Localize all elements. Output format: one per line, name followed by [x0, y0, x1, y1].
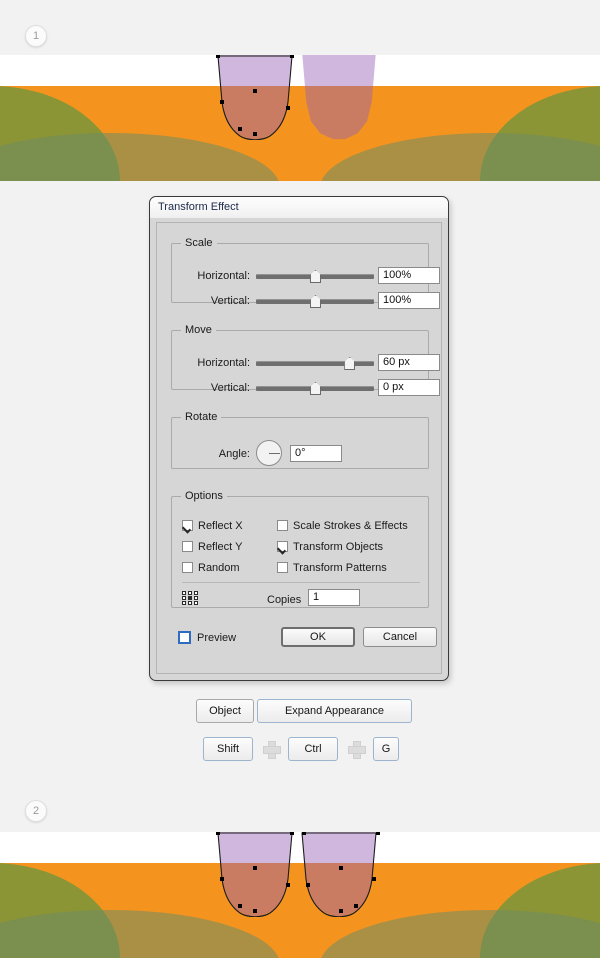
path-anchor[interactable] — [238, 904, 242, 908]
scale-horizontal-slider[interactable] — [256, 267, 374, 285]
vase-original[interactable] — [216, 55, 294, 140]
move-vertical-label: Vertical: — [210, 382, 250, 394]
key-ctrl[interactable]: Ctrl — [288, 737, 338, 761]
copies-label: Copies — [267, 594, 302, 606]
ok-button[interactable]: OK — [281, 627, 355, 647]
scale-group: Scale Horizontal: 100% Vertical: 100% — [171, 237, 440, 309]
menu-item-object[interactable]: Object — [196, 699, 254, 723]
cancel-button[interactable]: Cancel — [363, 627, 437, 647]
rotate-legend: Rotate — [185, 411, 218, 423]
scale-horizontal-input[interactable]: 100% — [378, 267, 440, 284]
copies-input[interactable]: 1 — [308, 589, 360, 606]
scale-vertical-input[interactable]: 100% — [378, 292, 440, 309]
vase-shape — [218, 55, 292, 140]
path-anchor[interactable] — [372, 877, 376, 881]
checkbox-preview[interactable] — [178, 631, 191, 644]
move-group: Move Horizontal: 60 px Vertical: 0 px — [171, 324, 440, 396]
path-anchor[interactable] — [216, 832, 220, 835]
path-anchor-center[interactable] — [339, 866, 343, 870]
plus-icon — [348, 741, 366, 759]
move-horizontal-label: Horizontal: — [197, 357, 250, 369]
options-legend: Options — [185, 490, 223, 502]
slider-thumb[interactable] — [310, 295, 321, 308]
dialog-body: Scale Horizontal: 100% Vertical: 100% Mo… — [156, 222, 442, 674]
checkbox-transform-patterns[interactable] — [277, 562, 288, 573]
label-preview: Preview — [197, 632, 237, 644]
slider-thumb[interactable] — [310, 270, 321, 283]
dialog-title: Transform Effect — [150, 197, 448, 218]
rotate-group: Rotate Angle: 0° — [171, 411, 429, 469]
path-anchor[interactable] — [354, 904, 358, 908]
path-anchor[interactable] — [290, 832, 294, 835]
path-anchor[interactable] — [339, 909, 343, 913]
path-anchor[interactable] — [216, 55, 220, 58]
vase-shape — [218, 832, 292, 917]
path-anchor[interactable] — [306, 883, 310, 887]
move-legend: Move — [185, 324, 212, 336]
move-horizontal-input[interactable]: 60 px — [378, 354, 440, 371]
move-horizontal-slider[interactable] — [256, 354, 374, 372]
step-badge-1: 1 — [25, 25, 47, 47]
vase-effect-copy[interactable] — [300, 55, 378, 140]
label-transform-objects: Transform Objects — [293, 541, 384, 553]
label-scale-strokes-effects: Scale Strokes & Effects — [293, 520, 408, 532]
options-group: Options Reflect X Reflect Y Random Scale… — [171, 490, 429, 608]
scale-horizontal-label: Horizontal: — [197, 270, 250, 282]
scale-vertical-slider[interactable] — [256, 292, 374, 310]
path-anchor[interactable] — [302, 832, 306, 835]
path-anchor[interactable] — [376, 832, 380, 835]
path-anchor[interactable] — [220, 100, 224, 104]
options-divider — [182, 582, 420, 583]
angle-label: Angle: — [218, 448, 250, 460]
path-anchor[interactable] — [286, 883, 290, 887]
illustration-bottom — [0, 832, 600, 958]
scale-legend: Scale — [185, 237, 213, 249]
transform-effect-dialog: Transform Effect Scale Horizontal: 100% … — [149, 196, 449, 681]
label-random: Random — [198, 562, 240, 574]
scale-vertical-label: Vertical: — [210, 295, 250, 307]
label-reflect-x: Reflect X — [198, 520, 243, 532]
path-anchor-center[interactable] — [253, 89, 257, 93]
nine-point-grid-icon[interactable] — [182, 591, 200, 607]
step-badge-2: 2 — [25, 800, 47, 822]
path-anchor[interactable] — [290, 55, 294, 58]
slider-thumb[interactable] — [344, 357, 356, 370]
key-shift[interactable]: Shift — [203, 737, 253, 761]
vase-shape — [300, 55, 378, 140]
checkbox-random[interactable] — [182, 562, 193, 573]
slider-track — [256, 361, 374, 366]
vase-expanded-left[interactable] — [216, 832, 294, 917]
path-anchor[interactable] — [238, 127, 242, 131]
menu-item-expand-appearance[interactable]: Expand Appearance — [257, 699, 412, 723]
checkbox-transform-objects[interactable] — [277, 541, 288, 552]
vase-expanded-right[interactable] — [300, 832, 380, 917]
path-anchor[interactable] — [220, 877, 224, 881]
path-anchor[interactable] — [253, 132, 257, 136]
checkbox-reflect-x[interactable] — [182, 520, 193, 531]
plus-icon — [263, 741, 281, 759]
path-anchor-center[interactable] — [253, 866, 257, 870]
key-g[interactable]: G — [373, 737, 399, 761]
dial-needle — [269, 453, 280, 454]
path-anchor[interactable] — [253, 909, 257, 913]
label-transform-patterns: Transform Patterns — [293, 562, 387, 574]
move-vertical-input[interactable]: 0 px — [378, 379, 440, 396]
label-reflect-y: Reflect Y — [198, 541, 243, 553]
angle-dial[interactable] — [256, 440, 282, 466]
illustration-top — [0, 55, 600, 181]
angle-input[interactable]: 0° — [290, 445, 342, 462]
move-vertical-slider[interactable] — [256, 379, 374, 397]
checkbox-reflect-y[interactable] — [182, 541, 193, 552]
path-anchor[interactable] — [286, 106, 290, 110]
checkbox-scale-strokes-effects[interactable] — [277, 520, 288, 531]
vase-shape — [300, 832, 378, 917]
slider-thumb[interactable] — [310, 382, 321, 395]
